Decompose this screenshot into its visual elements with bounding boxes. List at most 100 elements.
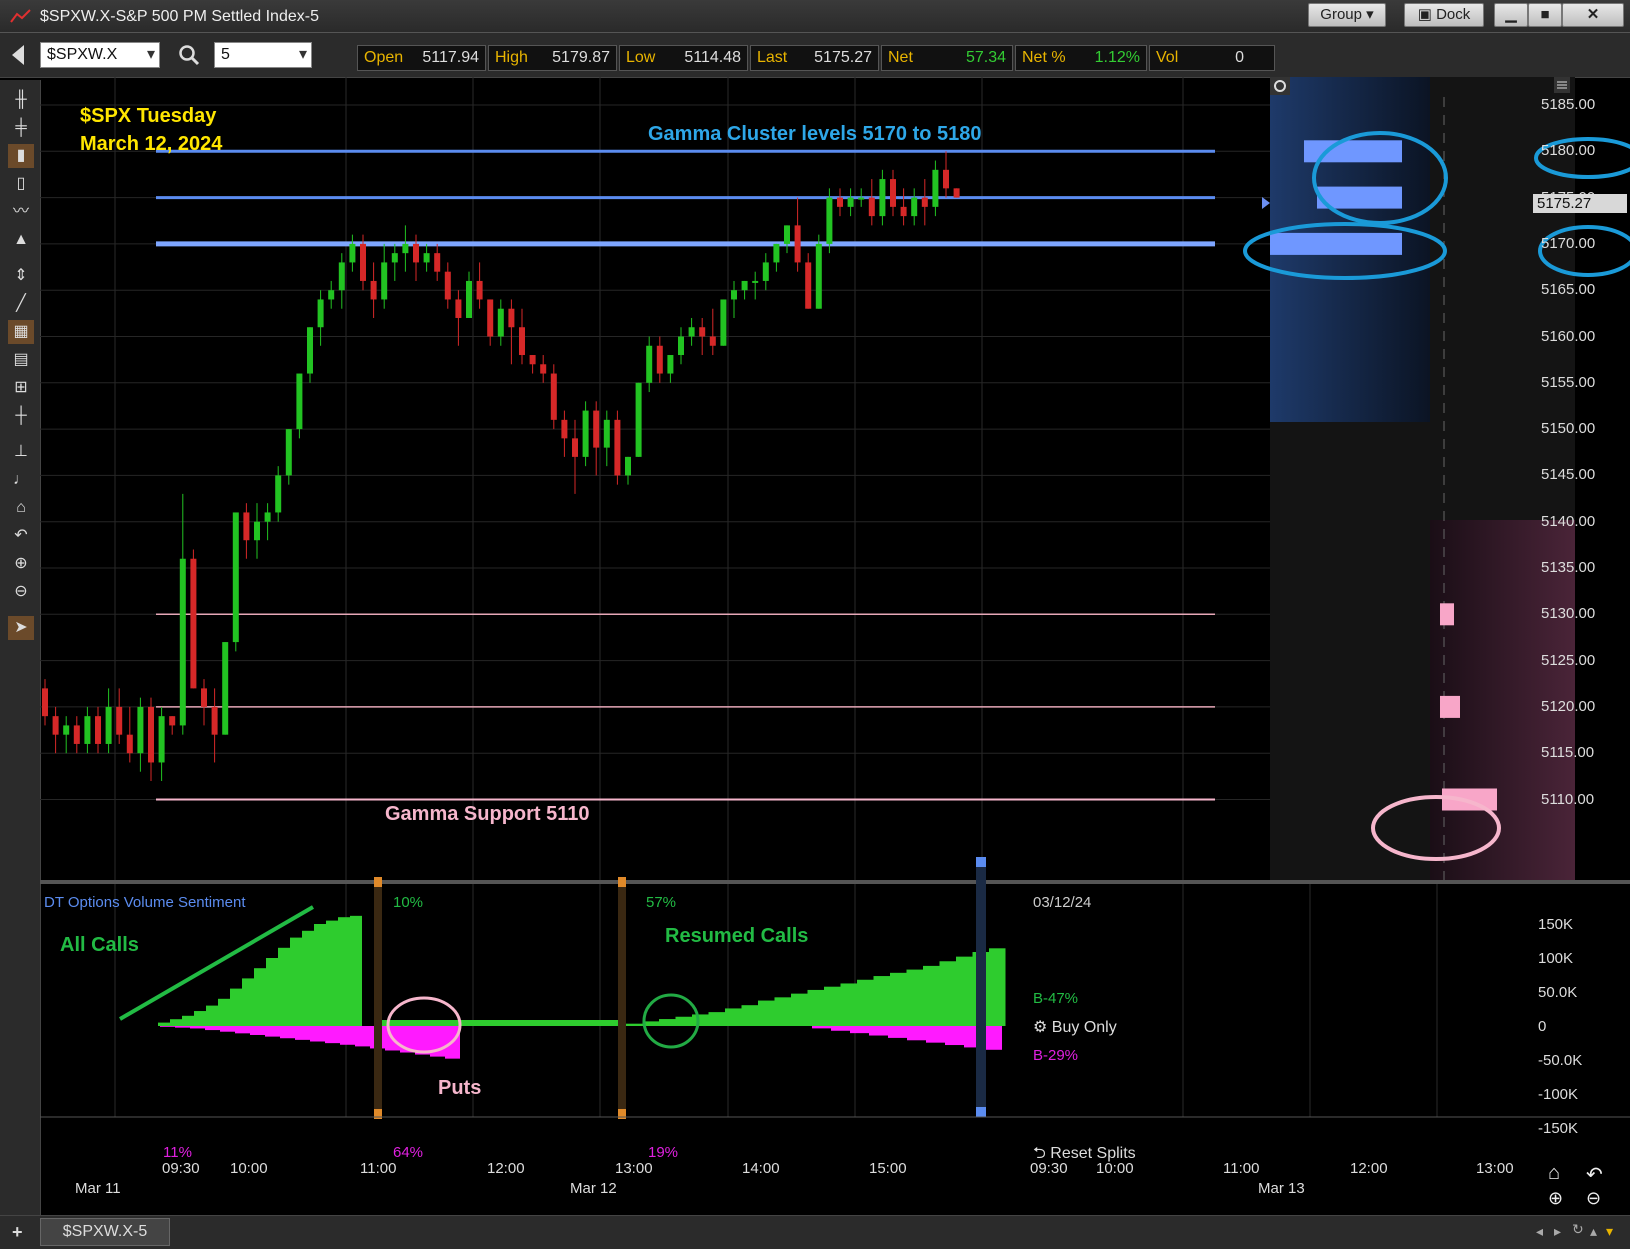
- pointer-icon[interactable]: ➤: [8, 616, 34, 640]
- search-icon[interactable]: [178, 44, 200, 66]
- call-volume-bar: [338, 917, 350, 1026]
- undo-icon[interactable]: ↶: [8, 524, 34, 548]
- scroll-left-icon[interactable]: ◂: [1536, 1223, 1543, 1240]
- home-nav-icon[interactable]: ⌂: [1548, 1162, 1560, 1185]
- put-volume-bar: [831, 1026, 850, 1031]
- profile-menu-icon[interactable]: [1554, 77, 1570, 93]
- candle-body: [455, 299, 462, 318]
- candle-body: [614, 419, 621, 476]
- candle-body: [116, 706, 123, 735]
- candlestick-icon[interactable]: ▮: [8, 144, 34, 168]
- interval-select[interactable]: 5 ▾: [214, 42, 312, 68]
- candle-body: [137, 706, 144, 754]
- home-icon[interactable]: ⌂: [8, 496, 34, 520]
- hollow-candle-icon[interactable]: ▯: [8, 172, 34, 196]
- scroll-right-icon[interactable]: ▸: [1554, 1223, 1561, 1240]
- annotation-title-line1: $SPX Tuesday: [80, 105, 217, 127]
- call-volume-bar: [626, 1023, 643, 1026]
- candle-body: [391, 253, 398, 263]
- line-chart-icon[interactable]: 〰: [8, 200, 34, 224]
- symbol-input[interactable]: $SPXW.X ▾: [40, 42, 160, 68]
- candle-body: [381, 262, 388, 300]
- trendline-icon[interactable]: ╱: [8, 292, 34, 316]
- candle-body: [413, 243, 419, 263]
- call-volume-bar: [873, 976, 890, 1026]
- candle-body: [190, 558, 197, 689]
- dock-button[interactable]: ▣ Dock: [1404, 3, 1484, 27]
- call-volume-bar: [380, 1020, 620, 1026]
- grid-icon[interactable]: ▦: [8, 320, 34, 344]
- undo-nav-icon[interactable]: ↶: [1586, 1162, 1603, 1187]
- candle-body: [582, 410, 589, 457]
- time-axis-label: 13:00: [1476, 1160, 1514, 1177]
- candle-body: [444, 271, 451, 300]
- candle-body: [508, 308, 515, 328]
- call-volume-bar: [158, 1022, 170, 1026]
- chart-area[interactable]: [40, 77, 1630, 1215]
- group-button[interactable]: Group ▾: [1308, 3, 1386, 27]
- chevron-down-icon: ▾: [146, 46, 155, 63]
- volume-axis-label: 0: [1538, 1018, 1547, 1035]
- last-price-label: 5175.27: [1533, 194, 1627, 213]
- zoom-in-icon[interactable]: ⊕: [8, 552, 34, 576]
- time-axis-label: 11:00: [1223, 1160, 1260, 1177]
- quote-open: Open 5117.94: [357, 45, 486, 71]
- refresh-icon[interactable]: ↻: [1572, 1221, 1584, 1238]
- vertical-scale-icon[interactable]: ⇕: [8, 264, 34, 288]
- time-axis-label: 15:00: [869, 1160, 907, 1177]
- tab-menu-icon[interactable]: ▴: [1590, 1223, 1597, 1240]
- candle-body: [593, 410, 600, 448]
- zoom-out-icon[interactable]: ⊖: [8, 580, 34, 604]
- bar-style-icon[interactable]: ╫: [8, 88, 34, 112]
- call-volume-bar: [923, 965, 940, 1026]
- call-volume-bar: [708, 1012, 725, 1026]
- candle-body: [635, 382, 642, 457]
- note-icon[interactable]: ♩: [8, 468, 34, 492]
- crosshair-icon[interactable]: ┼: [8, 404, 34, 428]
- candle-body: [943, 169, 949, 189]
- zoom-in-nav-icon[interactable]: ⊕: [1548, 1188, 1563, 1209]
- candle-body: [84, 716, 91, 744]
- candle-body: [63, 725, 70, 735]
- zoom-out-nav-icon[interactable]: ⊖: [1586, 1188, 1601, 1209]
- tab-dropdown-icon[interactable]: ▾: [1606, 1223, 1613, 1240]
- price-axis-label: 5150.00: [1541, 420, 1596, 438]
- layout-icon[interactable]: ⊞: [8, 376, 34, 400]
- maximize-button[interactable]: ■: [1528, 3, 1562, 27]
- buy-only-toggle[interactable]: ⚙ Buy Only: [1033, 1017, 1117, 1037]
- call-volume-bar: [758, 1000, 775, 1026]
- call-volume-bar: [725, 1008, 742, 1026]
- call-volume-bar: [906, 969, 923, 1026]
- candle-body: [328, 290, 335, 300]
- profile-gear-icon[interactable]: [1270, 77, 1290, 95]
- price-axis-label: 5185.00: [1541, 96, 1596, 113]
- close-button[interactable]: ✕: [1562, 3, 1624, 27]
- marker-icon[interactable]: ⊥: [8, 440, 34, 464]
- candle-body: [826, 197, 833, 244]
- put-volume-bar: [235, 1026, 250, 1034]
- collapse-arrow-icon[interactable]: [12, 45, 24, 65]
- candle-body: [890, 179, 896, 207]
- profile-bar-5130: [1440, 603, 1454, 626]
- volume-axis-label: 100K: [1538, 950, 1574, 967]
- volume-axis-label: -100K: [1538, 1086, 1579, 1103]
- put-volume-bar: [220, 1026, 235, 1032]
- minimize-button[interactable]: ▁: [1494, 3, 1528, 27]
- put-volume-bar: [175, 1026, 190, 1028]
- candle-body: [911, 197, 918, 217]
- ohlc-icon[interactable]: ╪: [8, 116, 34, 140]
- time-axis-label: 09:30: [1030, 1160, 1068, 1177]
- put-volume-bar: [340, 1026, 355, 1045]
- call-volume-bar: [230, 988, 242, 1026]
- area-chart-icon[interactable]: ▲: [8, 228, 34, 252]
- candle-body: [784, 225, 790, 244]
- add-tab-button[interactable]: +: [12, 1222, 23, 1243]
- candle-body: [540, 364, 547, 374]
- put-volume-bar: [250, 1026, 265, 1035]
- price-axis-label: 5165.00: [1541, 281, 1596, 299]
- tab-spxw[interactable]: $SPXW.X-5: [40, 1218, 170, 1246]
- call-volume-bar: [206, 1005, 218, 1026]
- volume-bars: [40, 857, 1630, 1119]
- put-volume-bar: [812, 1026, 831, 1029]
- table-icon[interactable]: ▤: [8, 348, 34, 372]
